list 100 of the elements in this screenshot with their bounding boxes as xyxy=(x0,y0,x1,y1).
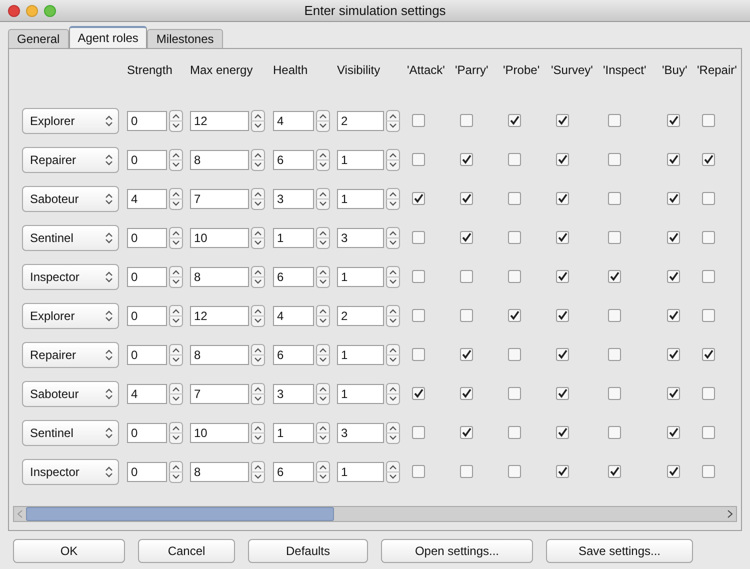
checkbox[interactable] xyxy=(460,270,473,283)
checkbox[interactable] xyxy=(460,387,473,400)
checkbox[interactable] xyxy=(412,192,425,205)
stepper-icon[interactable] xyxy=(169,382,183,404)
checkbox[interactable] xyxy=(508,153,521,166)
role-dropdown[interactable]: Inspector xyxy=(22,458,119,484)
number-field[interactable]: 0 xyxy=(127,228,167,248)
checkbox[interactable] xyxy=(556,270,569,283)
number-field[interactable]: 6 xyxy=(273,344,314,364)
number-field[interactable]: 1 xyxy=(337,150,384,170)
checkbox[interactable] xyxy=(508,465,521,478)
checkbox[interactable] xyxy=(508,114,521,127)
number-field[interactable]: 8 xyxy=(190,150,249,170)
number-field[interactable]: 6 xyxy=(273,150,314,170)
stepper-icon[interactable] xyxy=(316,188,330,210)
role-dropdown[interactable]: Sentinel xyxy=(22,420,119,446)
stepper-icon[interactable] xyxy=(251,460,265,482)
stepper-icon[interactable] xyxy=(316,266,330,288)
checkbox[interactable] xyxy=(460,114,473,127)
role-dropdown[interactable]: Repairer xyxy=(22,342,119,368)
stepper-icon[interactable] xyxy=(386,344,400,366)
stepper-icon[interactable] xyxy=(251,304,265,326)
checkbox[interactable] xyxy=(412,465,425,478)
checkbox[interactable] xyxy=(702,465,715,478)
role-dropdown[interactable]: Explorer xyxy=(22,302,119,328)
number-field[interactable]: 1 xyxy=(273,228,314,248)
stepper-icon[interactable] xyxy=(169,188,183,210)
stepper-icon[interactable] xyxy=(251,344,265,366)
checkbox[interactable] xyxy=(508,231,521,244)
dialog-button[interactable]: OK xyxy=(13,539,125,563)
number-spinner[interactable]: 2 xyxy=(337,110,400,132)
role-dropdown[interactable]: Repairer xyxy=(22,146,119,172)
stepper-icon[interactable] xyxy=(386,110,400,132)
stepper-icon[interactable] xyxy=(386,148,400,170)
stepper-icon[interactable] xyxy=(316,344,330,366)
number-field[interactable]: 3 xyxy=(337,228,384,248)
checkbox[interactable] xyxy=(608,192,621,205)
number-spinner[interactable]: 7 xyxy=(190,382,265,404)
stepper-icon[interactable] xyxy=(169,422,183,444)
number-field[interactable]: 8 xyxy=(190,266,249,286)
checkbox[interactable] xyxy=(460,153,473,166)
checkbox[interactable] xyxy=(667,270,680,283)
number-spinner[interactable]: 2 xyxy=(337,304,400,326)
number-spinner[interactable]: 7 xyxy=(190,188,265,210)
checkbox[interactable] xyxy=(460,348,473,361)
number-field[interactable]: 2 xyxy=(337,306,384,326)
stepper-icon[interactable] xyxy=(169,110,183,132)
checkbox[interactable] xyxy=(412,348,425,361)
stepper-icon[interactable] xyxy=(251,110,265,132)
number-field[interactable]: 6 xyxy=(273,266,314,286)
number-spinner[interactable]: 3 xyxy=(273,382,330,404)
number-spinner[interactable]: 0 xyxy=(127,422,183,444)
stepper-icon[interactable] xyxy=(316,226,330,248)
number-spinner[interactable]: 4 xyxy=(273,304,330,326)
stepper-icon[interactable] xyxy=(386,460,400,482)
number-spinner[interactable]: 1 xyxy=(337,344,400,366)
checkbox[interactable] xyxy=(608,387,621,400)
checkbox[interactable] xyxy=(608,153,621,166)
stepper-icon[interactable] xyxy=(169,266,183,288)
number-spinner[interactable]: 1 xyxy=(273,226,330,248)
checkbox[interactable] xyxy=(702,231,715,244)
stepper-icon[interactable] xyxy=(251,188,265,210)
number-spinner[interactable]: 0 xyxy=(127,266,183,288)
number-field[interactable]: 4 xyxy=(273,306,314,326)
checkbox[interactable] xyxy=(667,387,680,400)
number-spinner[interactable]: 6 xyxy=(273,148,330,170)
close-icon[interactable] xyxy=(8,4,20,16)
stepper-icon[interactable] xyxy=(169,344,183,366)
checkbox[interactable] xyxy=(412,114,425,127)
checkbox[interactable] xyxy=(667,426,680,439)
checkbox[interactable] xyxy=(460,465,473,478)
stepper-icon[interactable] xyxy=(169,304,183,326)
checkbox[interactable] xyxy=(667,231,680,244)
checkbox[interactable] xyxy=(460,426,473,439)
number-field[interactable]: 1 xyxy=(337,462,384,482)
stepper-icon[interactable] xyxy=(386,304,400,326)
number-field[interactable]: 4 xyxy=(127,384,167,404)
number-spinner[interactable]: 12 xyxy=(190,304,265,326)
number-spinner[interactable]: 1 xyxy=(337,382,400,404)
checkbox[interactable] xyxy=(508,270,521,283)
stepper-icon[interactable] xyxy=(251,266,265,288)
checkbox[interactable] xyxy=(556,153,569,166)
stepper-icon[interactable] xyxy=(386,382,400,404)
stepper-icon[interactable] xyxy=(386,422,400,444)
number-spinner[interactable]: 3 xyxy=(337,226,400,248)
checkbox[interactable] xyxy=(460,192,473,205)
checkbox[interactable] xyxy=(556,309,569,322)
role-dropdown[interactable]: Inspector xyxy=(22,264,119,290)
checkbox[interactable] xyxy=(508,348,521,361)
number-field[interactable]: 0 xyxy=(127,150,167,170)
checkbox[interactable] xyxy=(556,231,569,244)
number-field[interactable]: 1 xyxy=(337,344,384,364)
number-field[interactable]: 7 xyxy=(190,384,249,404)
number-field[interactable]: 0 xyxy=(127,462,167,482)
number-field[interactable]: 2 xyxy=(337,110,384,130)
checkbox[interactable] xyxy=(667,348,680,361)
number-spinner[interactable]: 0 xyxy=(127,148,183,170)
checkbox[interactable] xyxy=(702,114,715,127)
checkbox[interactable] xyxy=(412,426,425,439)
checkbox[interactable] xyxy=(508,426,521,439)
